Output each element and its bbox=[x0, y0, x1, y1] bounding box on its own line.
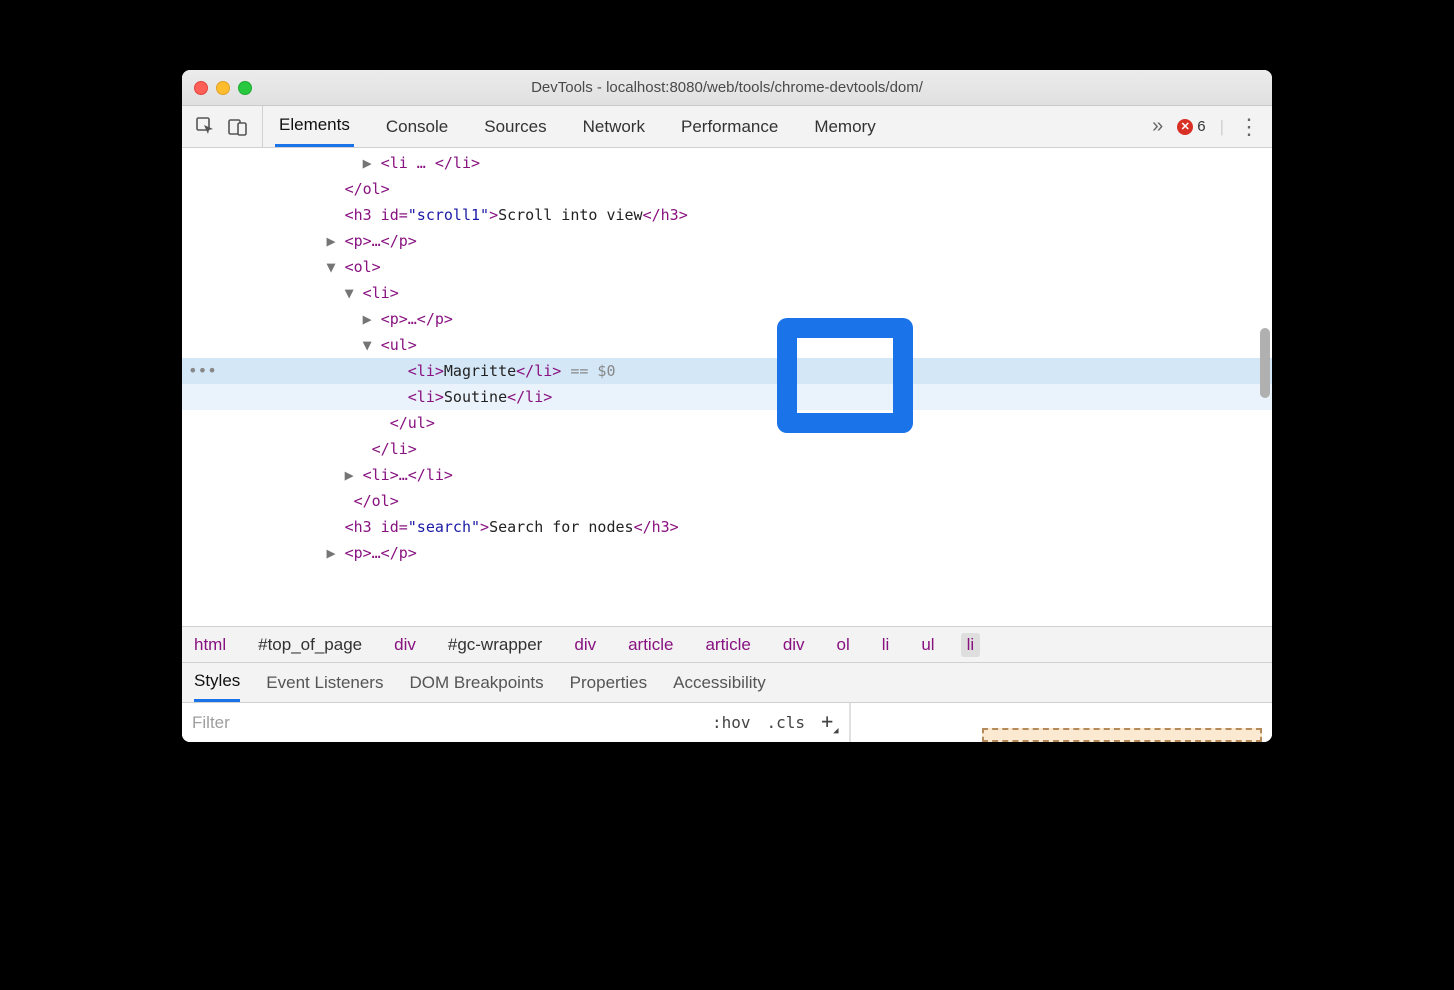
box-model-margin-icon bbox=[982, 728, 1262, 742]
crumb-top-of-page[interactable]: #top_of_page bbox=[252, 633, 368, 657]
collapse-icon[interactable]: ▼ bbox=[345, 284, 363, 302]
tab-network[interactable]: Network bbox=[579, 106, 649, 147]
dom-node[interactable]: ▼ <ol> bbox=[182, 254, 1272, 280]
cls-toggle[interactable]: .cls bbox=[767, 713, 806, 732]
selected-node-marker: == $0 bbox=[561, 362, 615, 380]
hov-toggle[interactable]: :hov bbox=[712, 713, 751, 732]
crumb-li-current[interactable]: li bbox=[961, 633, 981, 657]
tab-sources[interactable]: Sources bbox=[480, 106, 550, 147]
collapse-icon[interactable]: ▼ bbox=[363, 336, 381, 354]
tab-event-listeners[interactable]: Event Listeners bbox=[266, 663, 383, 702]
close-window-button[interactable] bbox=[194, 81, 208, 95]
new-style-rule-button[interactable]: +◢ bbox=[821, 709, 838, 736]
dom-node-selected[interactable]: ••• <li>Magritte</li> == $0 bbox=[182, 358, 1272, 384]
tab-elements[interactable]: Elements bbox=[275, 106, 354, 147]
dom-node[interactable]: ▶ <li … </li> bbox=[182, 150, 1272, 176]
minimize-window-button[interactable] bbox=[216, 81, 230, 95]
collapse-icon[interactable]: ▼ bbox=[327, 258, 345, 276]
dom-node[interactable]: ▶ <li>…</li> bbox=[182, 462, 1272, 488]
dom-node[interactable]: ▶ <p>…</p> bbox=[182, 540, 1272, 566]
crumb-article[interactable]: article bbox=[622, 633, 679, 657]
crumb-div[interactable]: div bbox=[568, 633, 602, 657]
dom-node[interactable]: </li> bbox=[182, 436, 1272, 462]
window-title: DevTools - localhost:8080/web/tools/chro… bbox=[182, 79, 1272, 96]
tab-properties[interactable]: Properties bbox=[570, 663, 647, 702]
dom-node[interactable]: </ul> bbox=[182, 410, 1272, 436]
crumb-div[interactable]: div bbox=[777, 633, 811, 657]
dom-breadcrumbs: html #top_of_page div #gc-wrapper div ar… bbox=[182, 626, 1272, 662]
filter-input[interactable] bbox=[182, 703, 702, 742]
error-count: 6 bbox=[1197, 118, 1205, 135]
more-tabs-icon[interactable]: » bbox=[1152, 115, 1163, 138]
dom-node[interactable]: </ol> bbox=[182, 488, 1272, 514]
crumb-div[interactable]: div bbox=[388, 633, 422, 657]
titlebar: DevTools - localhost:8080/web/tools/chro… bbox=[182, 70, 1272, 106]
dom-node[interactable]: <h3 id="search">Search for nodes</h3> bbox=[182, 514, 1272, 540]
dom-node[interactable]: ▼ <ul> bbox=[182, 332, 1272, 358]
dom-node[interactable]: ▶ <p>…</p> bbox=[182, 306, 1272, 332]
expand-icon[interactable]: ▶ bbox=[363, 310, 381, 328]
panel-tabs: Elements Console Sources Network Perform… bbox=[263, 106, 880, 147]
tab-memory[interactable]: Memory bbox=[810, 106, 879, 147]
tab-console[interactable]: Console bbox=[382, 106, 452, 147]
device-toolbar-icon[interactable] bbox=[228, 117, 248, 137]
gutter-ellipsis-icon[interactable]: ••• bbox=[188, 358, 217, 384]
styles-filter-bar: :hov .cls +◢ bbox=[182, 702, 1272, 742]
crumb-ul[interactable]: ul bbox=[915, 633, 940, 657]
crumb-ol[interactable]: ol bbox=[831, 633, 856, 657]
crumb-html[interactable]: html bbox=[188, 633, 232, 657]
dom-node[interactable]: </ol> bbox=[182, 176, 1272, 202]
crumb-li[interactable]: li bbox=[876, 633, 896, 657]
error-icon: ✕ bbox=[1177, 119, 1193, 135]
dom-node[interactable]: ▼ <li> bbox=[182, 280, 1272, 306]
dom-node[interactable]: ▶ <p>…</p> bbox=[182, 228, 1272, 254]
tab-styles[interactable]: Styles bbox=[194, 663, 240, 702]
expand-icon[interactable]: ▶ bbox=[327, 544, 345, 562]
expand-icon[interactable]: ▶ bbox=[345, 466, 363, 484]
dom-tree-panel: ▶ <li … </li> </ol> <h3 id="scroll1">Scr… bbox=[182, 148, 1272, 626]
expand-icon[interactable]: ▶ bbox=[363, 154, 381, 172]
expand-icon[interactable]: ▶ bbox=[327, 232, 345, 250]
crumb-gc-wrapper[interactable]: #gc-wrapper bbox=[442, 633, 549, 657]
highlight-overlay-icon bbox=[777, 318, 913, 433]
dom-tree[interactable]: ▶ <li … </li> </ol> <h3 id="scroll1">Scr… bbox=[182, 148, 1272, 566]
dom-node[interactable]: <li>Soutine</li> bbox=[182, 384, 1272, 410]
tab-accessibility[interactable]: Accessibility bbox=[673, 663, 766, 702]
main-toolbar: Elements Console Sources Network Perform… bbox=[182, 106, 1272, 148]
styles-panel-tabs: Styles Event Listeners DOM Breakpoints P… bbox=[182, 662, 1272, 702]
zoom-window-button[interactable] bbox=[238, 81, 252, 95]
dom-node[interactable]: <h3 id="scroll1">Scroll into view</h3> bbox=[182, 202, 1272, 228]
inspect-element-icon[interactable] bbox=[196, 117, 216, 137]
box-model-panel bbox=[850, 703, 1272, 742]
window-controls bbox=[194, 81, 252, 95]
tab-performance[interactable]: Performance bbox=[677, 106, 782, 147]
devtools-window: DevTools - localhost:8080/web/tools/chro… bbox=[182, 70, 1272, 742]
scrollbar-thumb[interactable] bbox=[1260, 328, 1270, 398]
scrollbar[interactable] bbox=[1258, 148, 1270, 626]
tab-dom-breakpoints[interactable]: DOM Breakpoints bbox=[409, 663, 543, 702]
crumb-article[interactable]: article bbox=[699, 633, 756, 657]
error-badge[interactable]: ✕ 6 bbox=[1177, 118, 1205, 135]
